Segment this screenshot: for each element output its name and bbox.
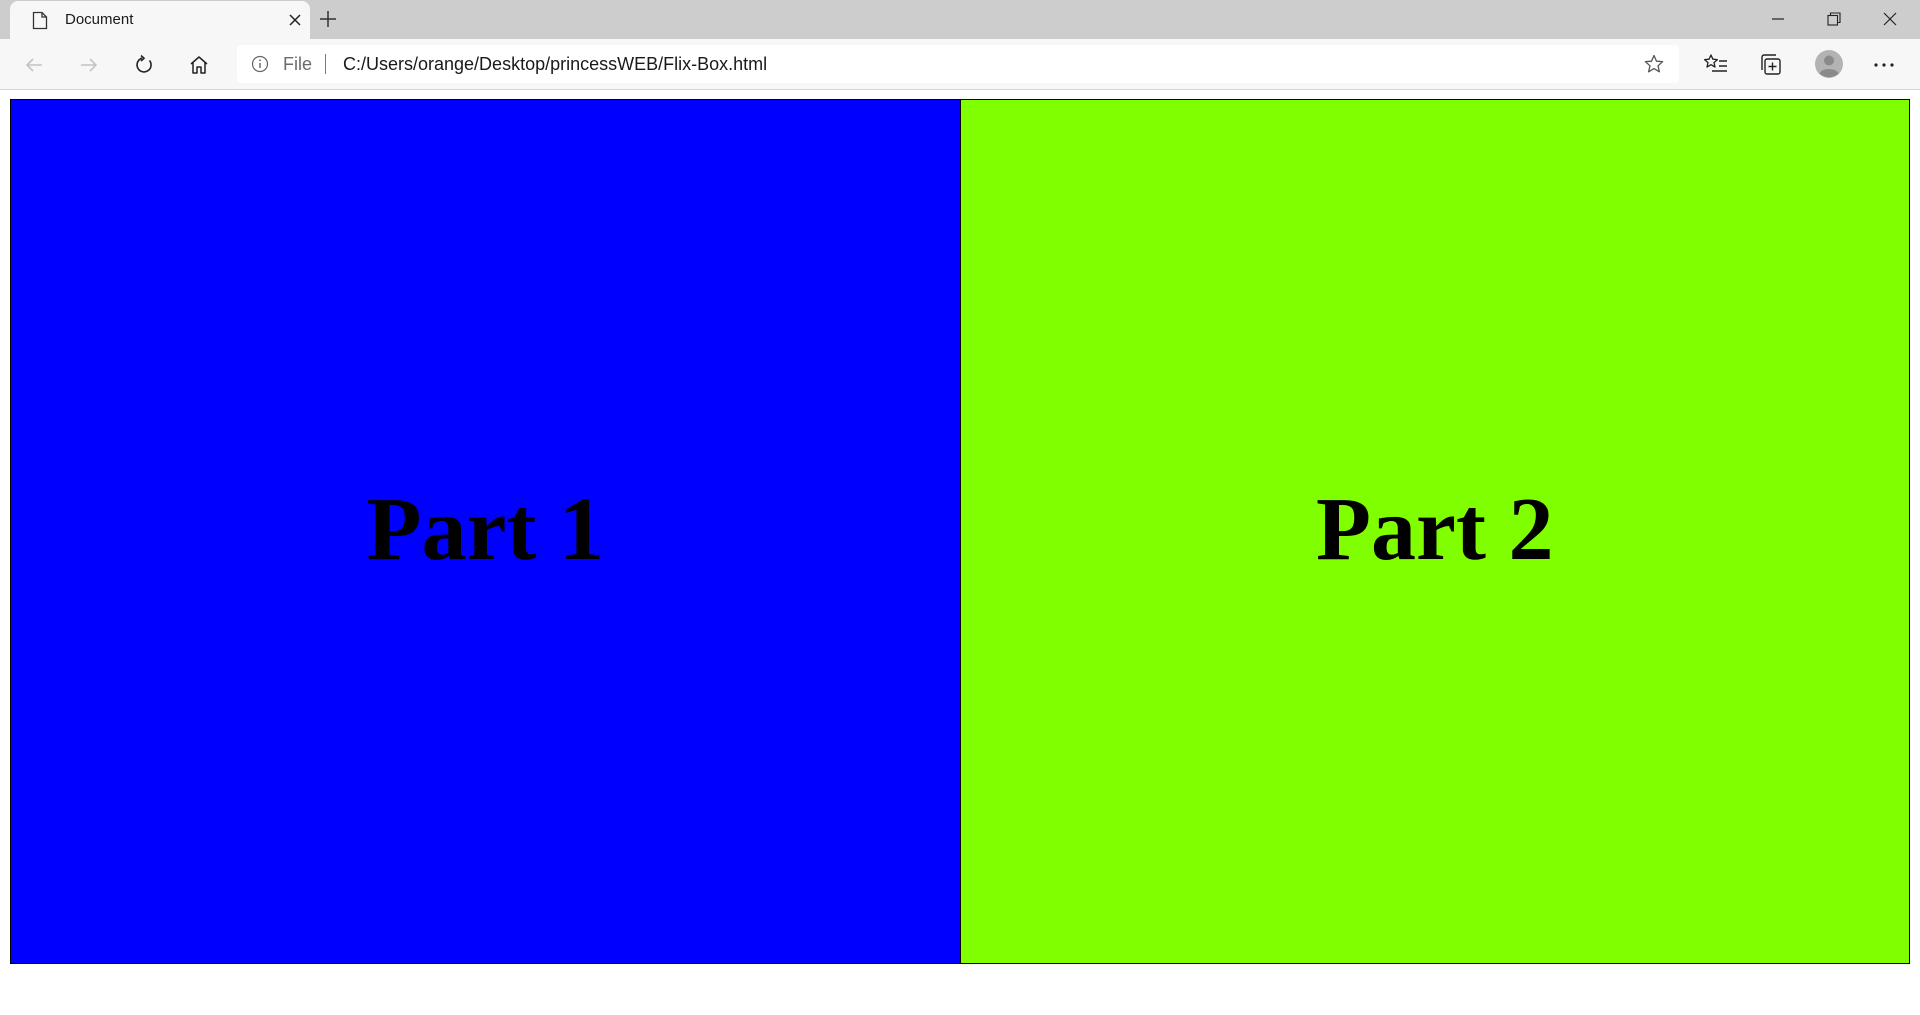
close-tab-icon[interactable] (288, 13, 302, 27)
minimize-icon (1772, 18, 1784, 20)
close-window-button[interactable] (1862, 0, 1918, 38)
active-tab[interactable]: Document (10, 1, 310, 39)
minimize-button[interactable] (1750, 0, 1806, 38)
url-text[interactable]: C:/Users/orange/Desktop/princessWEB/Flix… (343, 54, 767, 75)
star-icon[interactable] (1644, 54, 1664, 74)
url-scheme-label: File (283, 54, 313, 74)
part-1-heading: Part 1 (366, 480, 604, 579)
flex-container: Part 1 Part 2 (10, 99, 1910, 964)
home-icon (190, 56, 208, 74)
part-2-heading: Part 2 (1316, 480, 1554, 579)
refresh-icon (136, 55, 152, 73)
part-1-box: Part 1 (11, 100, 961, 963)
favorites-icon[interactable] (1702, 51, 1730, 79)
address-bar[interactable]: File C:/Users/orange/Desktop/princessWEB… (237, 45, 1679, 83)
part-2-box: Part 2 (960, 100, 1909, 963)
forward-arrow-icon (81, 58, 98, 72)
restore-icon (1827, 12, 1841, 26)
back-arrow-icon (25, 58, 42, 72)
forward-button[interactable] (73, 49, 105, 81)
profile-avatar-icon[interactable] (1813, 48, 1845, 80)
page-viewport: Part 1 Part 2 (0, 91, 1920, 1015)
home-button[interactable] (183, 49, 215, 81)
restore-button[interactable] (1806, 0, 1862, 38)
more-icon[interactable] (1870, 51, 1898, 79)
document-icon (32, 11, 48, 30)
new-tab-icon[interactable] (318, 9, 338, 29)
address-separator (325, 54, 326, 74)
info-icon[interactable] (251, 55, 269, 73)
tab-title: Document (65, 11, 134, 28)
tab-strip: Document (0, 0, 1920, 39)
back-button[interactable] (18, 49, 50, 81)
close-icon (1883, 12, 1897, 26)
collections-icon[interactable] (1758, 51, 1786, 79)
browser-toolbar: File C:/Users/orange/Desktop/princessWEB… (0, 39, 1920, 90)
refresh-button[interactable] (128, 49, 160, 81)
